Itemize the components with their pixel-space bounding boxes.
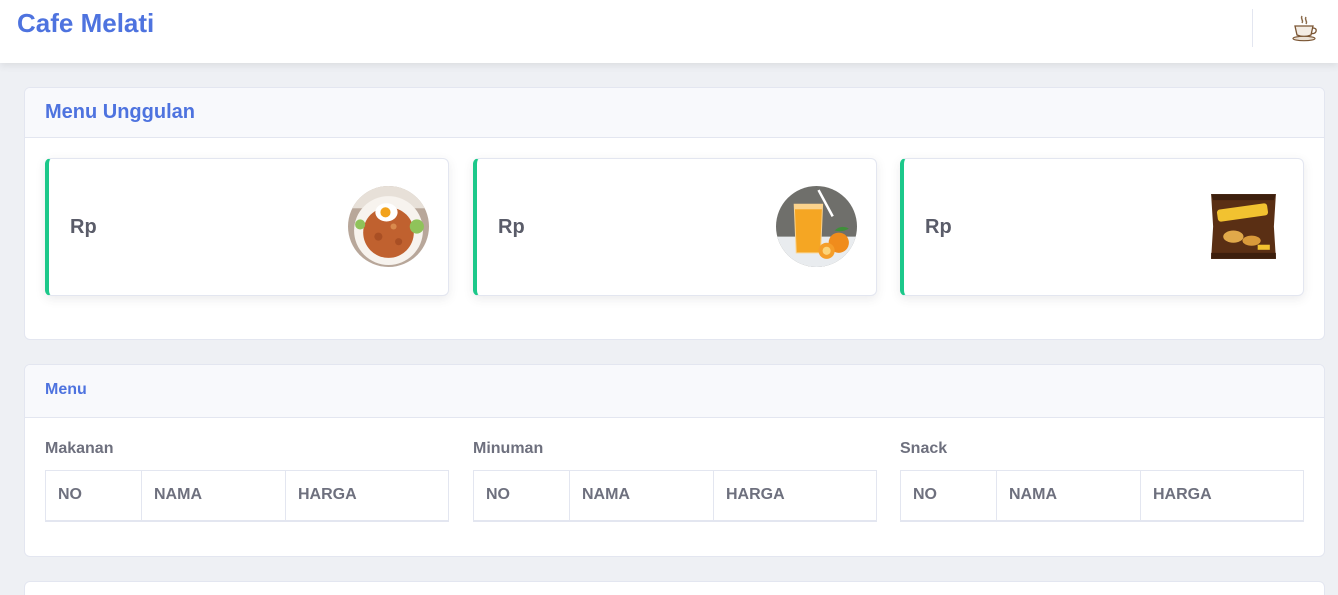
column-header-nama: NAMA	[996, 470, 1141, 522]
featured-item-card[interactable]: Rp	[45, 158, 449, 296]
category-title: Minuman	[473, 440, 544, 457]
category-title: Makanan	[45, 440, 114, 457]
snack-table: NO NAMA HARGA	[900, 470, 1304, 522]
featured-item-card[interactable]: Rp	[900, 158, 1304, 296]
column-header-nama: NAMA	[141, 470, 286, 522]
menu-title: Menu	[25, 365, 1324, 418]
category-snack: Snack NO NAMA HARGA	[900, 440, 1304, 522]
category-title: Snack	[900, 440, 948, 457]
minuman-table: NO NAMA HARGA	[473, 470, 877, 522]
column-header-harga: HARGA	[713, 470, 877, 522]
featured-item-price: Rp	[70, 216, 97, 238]
featured-menu-card: Menu Unggulan Rp Rp Rp	[24, 87, 1325, 340]
featured-item-price: Rp	[498, 216, 525, 238]
column-header-no: NO	[45, 470, 142, 522]
category-makanan: Makanan NO NAMA HARGA	[45, 440, 449, 522]
orange-juice-glass-image	[776, 186, 857, 267]
menu-card: Menu Makanan NO NAMA HARGA Minuman NO NA…	[24, 364, 1325, 557]
fried-rice-plate-image	[348, 186, 429, 267]
makanan-table: NO NAMA HARGA	[45, 470, 449, 522]
chitato-snack-pack-image	[1211, 194, 1276, 259]
brand-title[interactable]: Cafe Melati	[17, 8, 154, 39]
column-header-harga: HARGA	[285, 470, 449, 522]
category-minuman: Minuman NO NAMA HARGA	[473, 440, 877, 522]
topbar: Cafe Melati	[0, 0, 1338, 63]
column-header-no: NO	[473, 470, 570, 522]
featured-item-price: Rp	[925, 216, 952, 238]
featured-menu-title: Menu Unggulan	[25, 88, 1324, 138]
column-header-nama: NAMA	[569, 470, 714, 522]
next-section-card	[24, 581, 1325, 595]
column-header-no: NO	[900, 470, 997, 522]
column-header-harga: HARGA	[1140, 470, 1304, 522]
coffee-cup-icon[interactable]	[1290, 14, 1320, 42]
featured-item-card[interactable]: Rp	[473, 158, 877, 296]
topbar-divider	[1252, 9, 1253, 47]
